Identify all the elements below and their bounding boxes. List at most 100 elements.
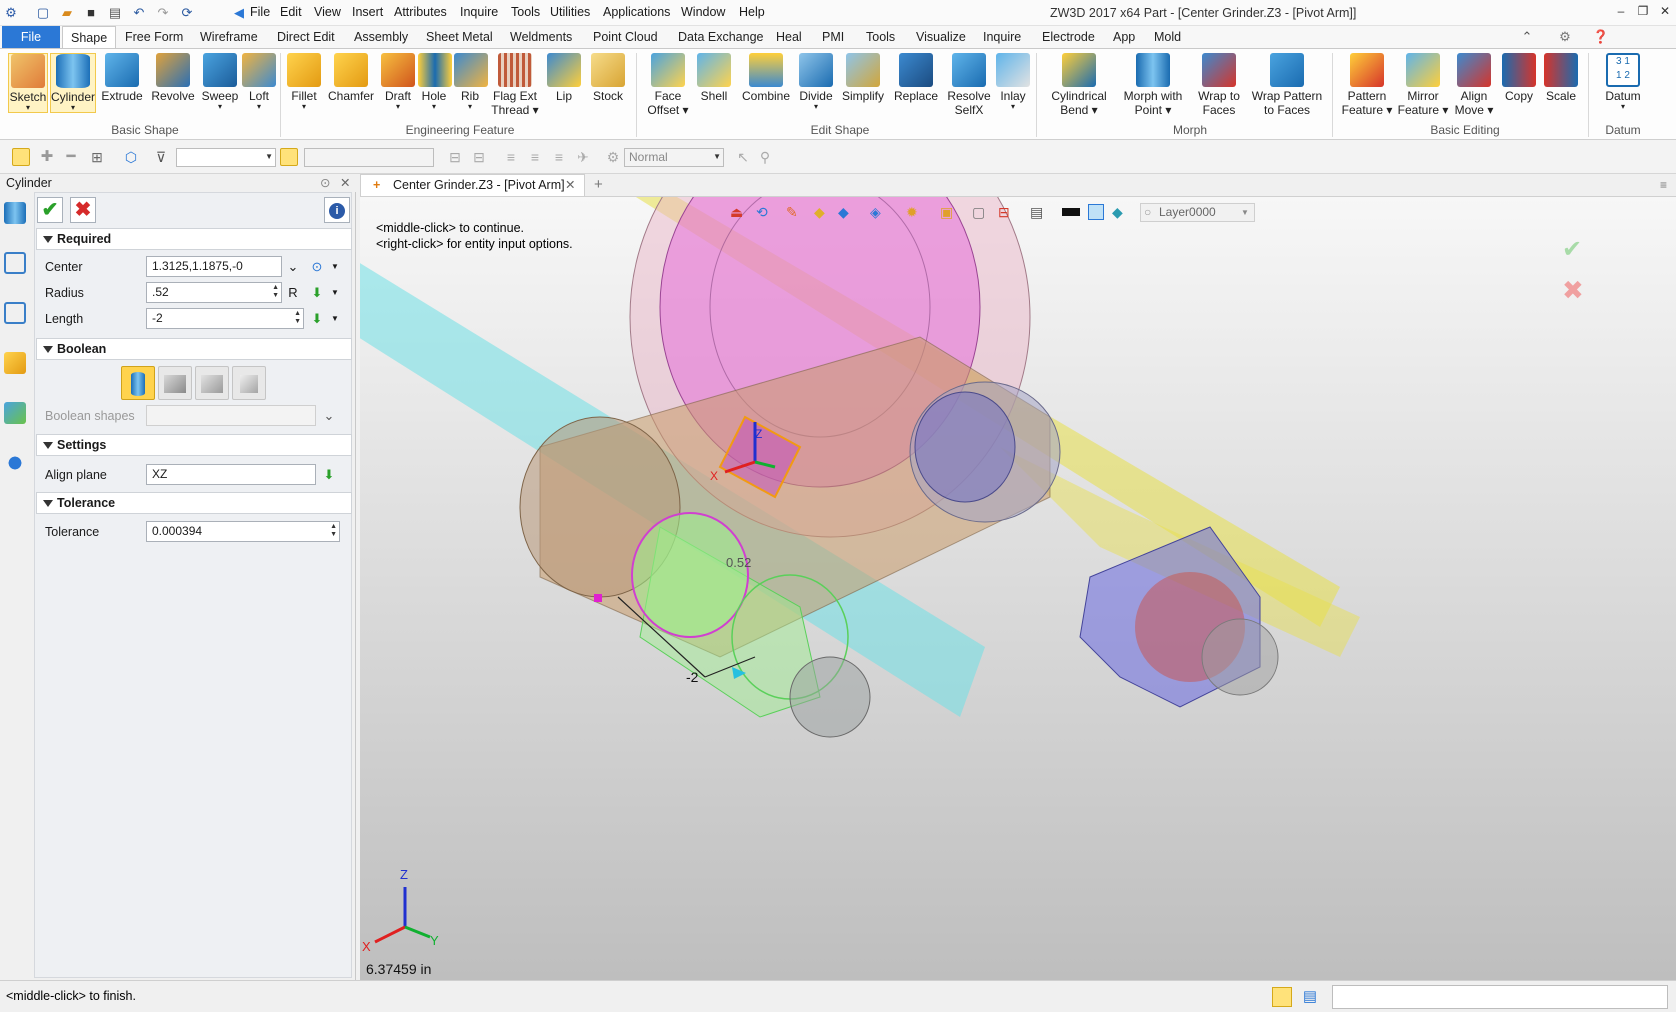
chamfer-button[interactable]: Chamfer xyxy=(326,53,376,103)
tab-heal[interactable]: Heal xyxy=(768,26,810,48)
menu-inquire[interactable]: Inquire xyxy=(460,5,498,19)
clip-icon[interactable]: ⊟ xyxy=(998,204,1010,221)
open-file-icon[interactable]: ▰ xyxy=(58,4,76,22)
tab-mold[interactable]: Mold xyxy=(1146,26,1189,48)
cylindrical-bend-button[interactable]: Cylindrical Bend ▾ xyxy=(1046,53,1112,117)
chevron-down-icon[interactable]: ⌄ xyxy=(284,258,302,276)
view-orient-icon[interactable]: ◈ xyxy=(870,204,881,221)
gear-render-icon[interactable]: ✹ xyxy=(906,204,918,221)
command-input-icon[interactable] xyxy=(1272,987,1292,1007)
boolean-intersect-button[interactable] xyxy=(232,366,266,400)
sweep-button[interactable]: Sweep ▾ xyxy=(200,53,240,111)
box-select-icon[interactable]: ⊞ xyxy=(88,148,106,166)
loft-button[interactable]: Loft ▾ xyxy=(242,53,276,111)
menu-applications[interactable]: Applications xyxy=(603,5,670,19)
menu-attributes[interactable]: Attributes xyxy=(394,5,447,19)
redo-icon[interactable]: ↷ xyxy=(154,4,172,22)
combine-button[interactable]: Combine xyxy=(740,53,792,103)
color-swatch-black[interactable] xyxy=(1062,208,1080,216)
part-icon[interactable] xyxy=(4,352,26,374)
menu-tools[interactable]: Tools xyxy=(511,5,540,19)
datum-button[interactable]: 3 11 2 Datum ▾ xyxy=(1600,53,1646,111)
flag-ext-thread-button[interactable]: Flag Ext Thread ▾ xyxy=(490,53,540,117)
tab-pmi[interactable]: PMI xyxy=(814,26,852,48)
filter-icon[interactable]: ⊽ xyxy=(152,148,170,166)
tab-free-form[interactable]: Free Form xyxy=(117,26,191,48)
cube-icon[interactable]: ◆ xyxy=(814,204,825,221)
close-button[interactable]: ✕ xyxy=(1656,4,1674,18)
magnet-icon[interactable]: ⚲ xyxy=(756,148,774,166)
menu-utilities[interactable]: Utilities xyxy=(550,5,590,19)
length-field[interactable]: -2 ▲ ▼ xyxy=(146,308,304,329)
filter-combo[interactable]: ▼ xyxy=(176,148,276,167)
tab-wireframe[interactable]: Wireframe xyxy=(192,26,266,48)
face-offset-button[interactable]: Face Offset ▾ xyxy=(646,53,690,117)
measure-icon[interactable]: ⬇ xyxy=(320,466,338,484)
add-pick-icon[interactable]: ✚ xyxy=(38,148,56,166)
extrude-button[interactable]: Extrude xyxy=(100,53,144,103)
display-mode-icon[interactable]: ▤ xyxy=(1030,204,1043,221)
section-view-icon[interactable]: ▢ xyxy=(972,204,985,221)
tab-app[interactable]: App xyxy=(1105,26,1143,48)
tab-list-icon[interactable]: ≡ xyxy=(1660,178,1667,192)
document-tab[interactable]: + Center Grinder.Z3 - [Pivot Arm] ✕ xyxy=(360,174,585,196)
boolean-base-button[interactable] xyxy=(121,366,155,400)
lasso-select-icon[interactable]: ⬡ xyxy=(122,148,140,166)
rotate-view-icon[interactable]: ⟲ xyxy=(756,204,768,221)
radius-dimension[interactable]: 0.52 xyxy=(726,555,751,570)
pin-panel-icon[interactable]: ⊙ xyxy=(320,174,330,192)
new-tab-icon[interactable]: + xyxy=(594,176,603,193)
dropdown-arrow-icon[interactable]: ▼ xyxy=(326,284,344,302)
tab-direct-edit[interactable]: Direct Edit xyxy=(269,26,343,48)
morph-with-point-button[interactable]: Morph with Point ▾ xyxy=(1118,53,1188,117)
tab-tools[interactable]: Tools xyxy=(858,26,903,48)
hole-button[interactable]: Hole ▾ xyxy=(418,53,452,111)
render-mode-icon[interactable]: ⚙ xyxy=(604,148,622,166)
cylinder-button[interactable]: Cylinder ▾ xyxy=(50,53,96,113)
radius-mode-toggle[interactable]: R xyxy=(284,284,302,302)
print-icon[interactable]: ▤ xyxy=(106,4,124,22)
settings-gear-icon[interactable]: ⚙ xyxy=(1556,28,1574,46)
align-move-button[interactable]: Align Move ▾ xyxy=(1452,53,1496,117)
center-field[interactable]: 1.3125,1.1875,-0 xyxy=(146,256,282,277)
lip-button[interactable]: Lip xyxy=(546,53,582,103)
message-list-icon[interactable]: ▤ xyxy=(1300,987,1320,1007)
cylinder-feature-icon[interactable] xyxy=(4,202,26,224)
length-dimension[interactable]: -2 xyxy=(686,669,698,685)
command-field[interactable] xyxy=(1332,985,1668,1009)
inlay-button[interactable]: Inlay ▾ xyxy=(996,53,1030,111)
new-file-icon[interactable]: ▢ xyxy=(34,4,52,22)
start-handle[interactable] xyxy=(594,594,602,602)
fillet-button[interactable]: Fillet ▾ xyxy=(286,53,322,111)
tab-sheet-metal[interactable]: Sheet Metal xyxy=(418,26,501,48)
pick-cursor-icon[interactable] xyxy=(12,148,30,166)
tab-visualize[interactable]: Visualize xyxy=(908,26,974,48)
cancel-x-icon[interactable]: ✖ xyxy=(1562,275,1584,306)
menu-insert[interactable]: Insert xyxy=(352,5,383,19)
menu-file[interactable]: File xyxy=(250,5,270,19)
rib-button[interactable]: Rib ▾ xyxy=(454,53,488,111)
cursor-icon[interactable]: ↖ xyxy=(734,148,752,166)
spinner-icon[interactable]: ▲ ▼ xyxy=(294,310,301,326)
pick-filter-icon[interactable] xyxy=(280,148,298,166)
render-mode-combo[interactable]: Normal ▼ xyxy=(624,148,724,167)
measure-icon[interactable]: ⬇ xyxy=(308,310,326,328)
save-icon[interactable]: ■ xyxy=(82,4,100,22)
layer-stack-icon[interactable]: ◆ xyxy=(1112,204,1123,221)
point-target-icon[interactable]: ⊙ xyxy=(308,258,326,276)
tab-file[interactable]: File xyxy=(2,26,60,48)
remove-pick-icon[interactable]: ━ xyxy=(62,148,80,166)
restore-button[interactable]: ❐ xyxy=(1634,4,1652,18)
undo-icon[interactable]: ↶ xyxy=(130,4,148,22)
minimize-button[interactable]: ‒ xyxy=(1612,4,1630,18)
tab-electrode[interactable]: Electrode xyxy=(1034,26,1103,48)
pattern-feature-button[interactable]: Pattern Feature ▾ xyxy=(1340,53,1394,117)
pencil-icon[interactable]: ✎ xyxy=(786,204,798,221)
tab-point-cloud[interactable]: Point Cloud xyxy=(585,26,666,48)
draft-button[interactable]: Draft ▾ xyxy=(380,53,416,111)
history-tree-icon[interactable] xyxy=(4,252,26,274)
align-plane-field[interactable]: XZ xyxy=(146,464,316,485)
wrap-to-faces-button[interactable]: Wrap to Faces xyxy=(1194,53,1244,117)
spinner-icon[interactable]: ▲ ▼ xyxy=(272,284,279,300)
menu-edit[interactable]: Edit xyxy=(280,5,302,19)
